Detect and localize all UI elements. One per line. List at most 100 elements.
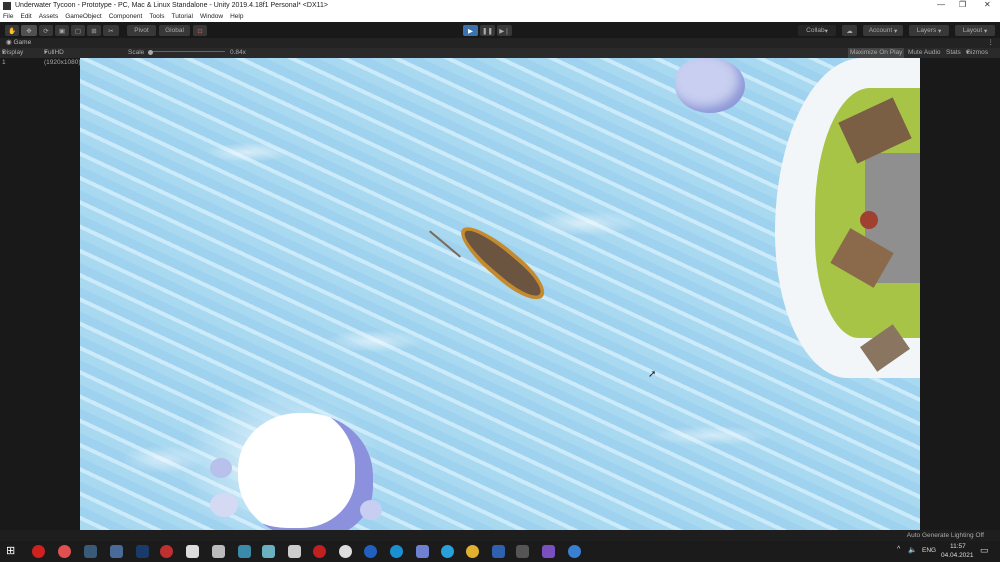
more-options-icon[interactable]: ⋮ (988, 38, 995, 48)
menu-bar: File Edit Assets GameObject Component To… (0, 11, 1000, 22)
scale-slider-handle[interactable] (148, 50, 153, 55)
layout-dropdown[interactable]: Layout ▾ (955, 25, 995, 36)
rock-bottom (238, 413, 373, 530)
unity-hub-icon[interactable] (212, 545, 225, 558)
minimize-button[interactable]: — (937, 0, 945, 9)
pause-button[interactable]: ❚❚ (480, 25, 495, 36)
game-viewport[interactable]: ➚ (80, 58, 920, 530)
gizmos-label: Gizmos (966, 49, 989, 56)
lighting-status: Auto Generate Lighting Off (906, 532, 984, 539)
game-tab-label: Game (13, 39, 32, 46)
hand-tool-icon[interactable]: ✋ (5, 25, 19, 36)
unity-icon (3, 1, 11, 10)
clock-date[interactable]: 04.04.2021 (941, 552, 974, 559)
gizmos-dropdown[interactable]: Gizmos ▾ (966, 48, 988, 58)
app-icon[interactable] (186, 545, 199, 558)
mouse-cursor-icon: ➚ (648, 369, 657, 380)
collab-label: Collab (806, 27, 825, 34)
rect-tool-icon[interactable]: ▢ (71, 25, 85, 36)
app-icon[interactable] (492, 545, 505, 558)
tray-chevron-icon[interactable]: ^ (897, 546, 900, 553)
restore-button[interactable]: ❐ (959, 0, 966, 9)
snap-icon[interactable]: ⊡ (193, 25, 207, 36)
resolution-dropdown[interactable]: FullHD (1920x1080) ▾ (44, 48, 81, 66)
status-bar: Auto Generate Lighting Off (0, 530, 1000, 541)
scale-slider[interactable] (149, 51, 225, 52)
small-rock (360, 500, 382, 520)
account-dropdown[interactable]: Account ▾ (863, 25, 903, 36)
language-indicator[interactable]: ENG (922, 547, 936, 554)
display-dropdown[interactable]: Display 1 ▾ (2, 48, 23, 66)
menu-gameobject[interactable]: GameObject (65, 13, 102, 20)
app-icon[interactable] (339, 545, 352, 558)
cloud-icon[interactable]: ☁ (842, 25, 857, 36)
close-button[interactable]: ✕ (984, 0, 991, 9)
stats-toggle[interactable]: Stats (946, 48, 961, 58)
maximize-on-play-toggle[interactable]: Maximize On Play (848, 48, 905, 58)
layers-dropdown[interactable]: Layers ▾ (909, 25, 949, 36)
app-icon[interactable] (238, 545, 251, 558)
discord-icon[interactable] (416, 545, 429, 558)
layers-label: Layers (916, 27, 937, 34)
window-title: Underwater Tycoon - Prototype - PC, Mac … (15, 2, 328, 9)
global-label: Global (165, 27, 184, 34)
pivot-button[interactable]: Pivot (127, 25, 156, 36)
unity-icon[interactable] (288, 545, 301, 558)
photoshop-icon[interactable] (136, 545, 149, 558)
visual-studio-icon[interactable] (542, 545, 555, 558)
rock-top (675, 58, 745, 113)
pivot-label: Pivot (134, 27, 149, 34)
mute-audio-toggle[interactable]: Mute Audio (908, 48, 941, 58)
play-button[interactable]: ▶ (463, 25, 478, 36)
transform-tool-icon[interactable]: ⊞ (87, 25, 101, 36)
scale-tool-icon[interactable]: ▣ (55, 25, 69, 36)
notifications-icon[interactable]: ▭ (980, 545, 989, 556)
taskbar: ⊞ ^ 🔈 ENG 11:57 04.04.2021 ▭ (0, 541, 1000, 562)
account-label: Account (868, 27, 893, 34)
windows-start-icon[interactable]: ⊞ (6, 545, 19, 558)
menu-edit[interactable]: Edit (20, 13, 31, 20)
browser-icon[interactable] (58, 545, 71, 558)
small-rock (210, 458, 232, 478)
app-icon[interactable] (568, 545, 581, 558)
record-icon[interactable] (313, 545, 326, 558)
app-icon[interactable] (110, 545, 123, 558)
toolbar: ✋ ✥ ⟳ ▣ ▢ ⊞ ✂ Pivot Global ⊡ ▶ ❚❚ ▶❘ Col… (0, 22, 1000, 38)
menu-window[interactable]: Window (200, 13, 223, 20)
boat-bowsprit (429, 230, 461, 258)
boat (452, 217, 553, 309)
game-tab[interactable]: ◉ Game ⋮ (0, 38, 1000, 48)
small-rock (210, 493, 238, 517)
display-label: Display 1 (2, 49, 24, 66)
opera-icon[interactable] (32, 545, 45, 558)
steam-icon[interactable] (84, 545, 97, 558)
rotate-tool-icon[interactable]: ⟳ (39, 25, 53, 36)
custom-tool-icon[interactable]: ✂ (103, 25, 119, 36)
global-button[interactable]: Global (159, 25, 190, 36)
unity-editor-icon[interactable] (516, 545, 529, 558)
menu-assets[interactable]: Assets (39, 13, 59, 20)
menu-component[interactable]: Component (109, 13, 143, 20)
skype-icon[interactable] (390, 545, 403, 558)
app-icon[interactable] (160, 545, 173, 558)
menu-tutorial[interactable]: Tutorial (172, 13, 193, 20)
scale-value: 0.84x (230, 49, 246, 56)
island-tower (860, 211, 878, 229)
app-icon[interactable] (364, 545, 377, 558)
clock-time[interactable]: 11:57 (950, 543, 966, 550)
volume-icon[interactable]: 🔈 (908, 546, 917, 554)
app-icon[interactable] (262, 545, 275, 558)
step-button[interactable]: ▶❘ (497, 25, 512, 36)
scale-label: Scale (128, 49, 145, 56)
collab-button[interactable]: Collab ▾ (798, 25, 836, 36)
menu-file[interactable]: File (3, 13, 13, 20)
layout-label: Layout (962, 27, 983, 34)
resolution-label: FullHD (1920x1080) (44, 49, 81, 66)
menu-help[interactable]: Help (230, 13, 243, 20)
title-bar: Underwater Tycoon - Prototype - PC, Mac … (0, 0, 1000, 11)
game-view-toolbar: Display 1 ▾ FullHD (1920x1080) ▾ Scale 0… (0, 48, 1000, 66)
move-tool-icon[interactable]: ✥ (21, 25, 37, 36)
chrome-icon[interactable] (466, 545, 479, 558)
menu-tools[interactable]: Tools (149, 13, 164, 20)
telegram-icon[interactable] (441, 545, 454, 558)
